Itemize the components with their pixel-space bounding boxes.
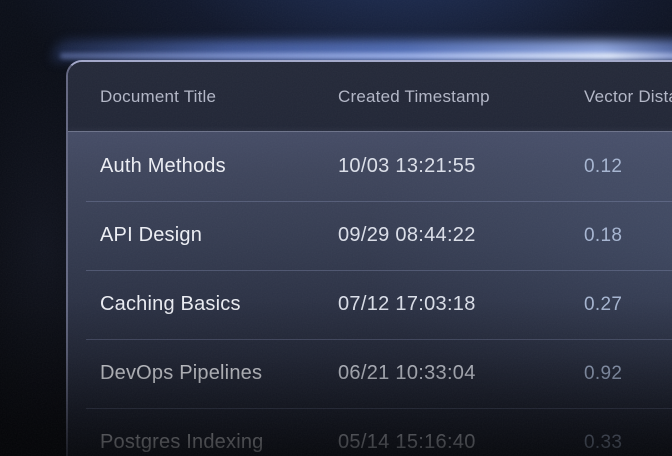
table-body: Auth Methods 10/03 13:21:55 0.12 API Des… — [68, 132, 672, 456]
top-glow-highlight — [60, 53, 672, 59]
cell-created-timestamp: 07/12 17:03:18 — [338, 293, 584, 316]
cell-document-title: API Design — [100, 224, 338, 247]
cell-vector-distance: 0.12 — [584, 156, 672, 178]
cell-created-timestamp: 06/21 10:33:04 — [338, 362, 584, 385]
table-row[interactable]: API Design 09/29 08:44:22 0.18 — [68, 201, 672, 270]
column-header-title: Document Title — [100, 87, 338, 107]
table-row[interactable]: Caching Basics 07/12 17:03:18 0.27 — [68, 270, 672, 339]
cell-vector-distance: 0.27 — [584, 294, 672, 316]
cell-created-timestamp: 05/14 15:16:40 — [338, 431, 584, 454]
document-table-card: Document TitleCreated TimestampVector Di… — [66, 60, 672, 456]
cell-created-timestamp: 09/29 08:44:22 — [338, 224, 584, 247]
screenshot-stage: Document TitleCreated TimestampVector Di… — [0, 0, 672, 456]
column-header-distance: Vector Distance — [584, 87, 672, 107]
table-row[interactable]: DevOps Pipelines 06/21 10:33:04 0.92 — [68, 339, 672, 408]
cell-vector-distance: 0.18 — [584, 225, 672, 247]
cell-document-title: Caching Basics — [100, 293, 338, 316]
cell-document-title: Auth Methods — [100, 155, 338, 178]
table-header-row: Document TitleCreated TimestampVector Di… — [68, 62, 672, 132]
cell-document-title: Postgres Indexing — [100, 431, 338, 454]
table-row[interactable]: Postgres Indexing 05/14 15:16:40 0.33 — [68, 408, 672, 456]
cell-vector-distance: 0.92 — [584, 363, 672, 385]
cell-document-title: DevOps Pipelines — [100, 362, 338, 385]
cell-vector-distance: 0.33 — [584, 432, 672, 454]
column-header-timestamp: Created Timestamp — [338, 87, 584, 107]
table-row[interactable]: Auth Methods 10/03 13:21:55 0.12 — [68, 132, 672, 201]
cell-created-timestamp: 10/03 13:21:55 — [338, 155, 584, 178]
